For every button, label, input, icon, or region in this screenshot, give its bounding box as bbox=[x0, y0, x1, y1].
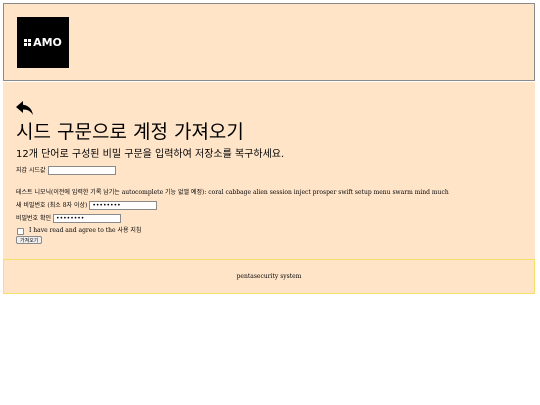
new-password-row: 새 비밀번호 (최소 8자 이상) bbox=[16, 201, 158, 210]
import-button-row: 가져오기 bbox=[16, 236, 43, 244]
import-button[interactable]: 가져오기 bbox=[16, 236, 43, 244]
agree-text: I have read and agree to the 사용 지침 bbox=[29, 227, 142, 234]
page-title: 시드 구문으로 계정 가져오기 bbox=[16, 121, 244, 143]
confirm-password-input[interactable] bbox=[53, 214, 122, 223]
wallet-seed-input[interactable] bbox=[47, 166, 116, 175]
test-mnemonic-text: 테스트 니모닉(이전에 입력한 기록 남기는 autocomplete 기능 없… bbox=[16, 189, 449, 196]
amo-logo[interactable]: AMO bbox=[17, 17, 69, 68]
page-subtitle: 12개 단어로 구성된 비밀 구문을 입력하여 저장소를 복구하세요. bbox=[16, 149, 285, 160]
footer: pentasecurity system bbox=[3, 259, 535, 294]
footer-text: pentasecurity system bbox=[236, 273, 302, 280]
import-account-panel: 시드 구문으로 계정 가져오기 12개 단어로 구성된 비밀 구문을 입력하여 … bbox=[3, 82, 535, 259]
back-arrow-icon[interactable] bbox=[16, 101, 34, 116]
agree-row: I have read and agree to the 사용 지침 bbox=[16, 227, 141, 235]
header: AMO bbox=[3, 3, 535, 81]
new-password-input[interactable] bbox=[89, 201, 158, 210]
wallet-seed-row: 지갑 시드값 bbox=[16, 166, 116, 175]
test-mnemonic-note: 테스트 니모닉(이전에 입력한 기록 남기는 autocomplete 기능 없… bbox=[16, 189, 449, 197]
confirm-password-row: 비밀번호 확인 bbox=[16, 214, 122, 223]
wallet-seed-label: 지갑 시드값 bbox=[16, 166, 46, 174]
agree-checkbox[interactable] bbox=[17, 227, 24, 235]
confirm-password-label: 비밀번호 확인 bbox=[16, 214, 52, 222]
logo-text: AMO bbox=[33, 36, 62, 49]
new-password-label: 새 비밀번호 (최소 8자 이상) bbox=[16, 201, 88, 209]
logo-grid-icon bbox=[24, 39, 32, 46]
